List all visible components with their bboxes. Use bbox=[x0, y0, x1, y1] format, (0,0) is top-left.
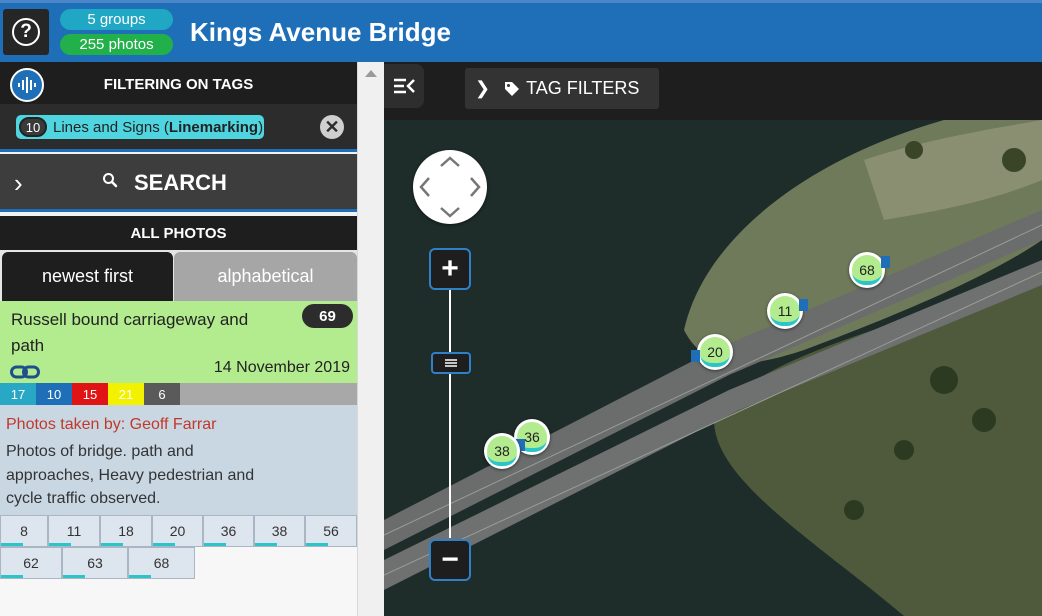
sidebar-scrollbar[interactable] bbox=[357, 62, 384, 616]
search-label: SEARCH bbox=[134, 170, 227, 195]
card-date: 14 November 2019 bbox=[213, 359, 350, 376]
count-cyan: 17 bbox=[0, 383, 36, 405]
condition-color-counts: 17 10 15 21 6 bbox=[0, 383, 357, 405]
count-yellow: 21 bbox=[108, 383, 144, 405]
description-text: Photos of bridge. path and approaches, H… bbox=[6, 443, 255, 507]
zoom-out-button[interactable]: − bbox=[429, 539, 471, 581]
marker-progress-arc bbox=[700, 354, 730, 367]
grip-icon bbox=[445, 359, 457, 367]
help-button[interactable]: ? bbox=[3, 9, 49, 55]
count-red: 15 bbox=[72, 383, 108, 405]
chevron-right-icon: ❯ bbox=[475, 78, 491, 98]
count-grey: 6 bbox=[144, 383, 180, 405]
photo-number-cell[interactable]: 18 bbox=[100, 515, 152, 547]
all-photos-heading: ALL PHOTOS bbox=[0, 216, 357, 250]
tag-filters-button[interactable]: ❯ TAG FILTERS bbox=[465, 68, 659, 109]
card-photo-count: 69 bbox=[302, 304, 353, 328]
minus-icon: − bbox=[441, 543, 459, 576]
active-tag-filters: 10 Lines and Signs (Linemarking) ✕ bbox=[0, 104, 357, 152]
marker-progress-arc bbox=[852, 272, 882, 285]
sort-tabs: newest first alphabetical bbox=[0, 250, 357, 301]
plus-icon: + bbox=[441, 252, 459, 285]
zoom-slider-track[interactable] bbox=[449, 290, 451, 538]
photo-number-grid: 8 11 18 20 36 38 56 62 63 68 bbox=[0, 515, 357, 616]
marker-flag-icon bbox=[799, 299, 808, 311]
card-description: Photos taken by: Geoff Farrar Photos of … bbox=[0, 405, 357, 515]
scroll-up-arrow-icon[interactable] bbox=[365, 70, 377, 77]
sidebar: FILTERING ON TAGS 10 Lines and Signs (Li… bbox=[0, 62, 357, 616]
tag-icon bbox=[505, 81, 520, 96]
groups-count-badge[interactable]: 5 groups bbox=[60, 9, 173, 30]
search-icon bbox=[103, 173, 118, 188]
filter-title: FILTERING ON TAGS bbox=[103, 76, 254, 93]
search-bar[interactable]: › SEARCH bbox=[0, 154, 357, 212]
page-title: Kings Avenue Bridge bbox=[190, 17, 452, 47]
collapse-menu-icon bbox=[394, 78, 415, 94]
zoom-slider-handle[interactable] bbox=[431, 352, 471, 374]
zoom-in-button[interactable]: + bbox=[429, 248, 471, 290]
audio-wave-button[interactable] bbox=[10, 68, 44, 102]
pan-control[interactable] bbox=[413, 150, 487, 224]
collapse-sidebar-button[interactable] bbox=[384, 64, 424, 108]
photo-number-cell[interactable]: 68 bbox=[128, 547, 195, 579]
marker-progress-arc bbox=[487, 453, 517, 466]
photo-number-cell[interactable]: 63 bbox=[62, 547, 128, 579]
card-title: Russell bound carriageway and path bbox=[11, 310, 249, 355]
photo-marker[interactable]: 20 bbox=[691, 334, 733, 370]
clear-tag-filter-button[interactable]: ✕ bbox=[320, 115, 344, 139]
chevron-right-icon[interactable]: › bbox=[14, 168, 23, 199]
photo-group-card[interactable]: Russell bound carriageway and path 69 14… bbox=[0, 301, 357, 383]
tag-filters-label: TAG FILTERS bbox=[526, 78, 640, 98]
tag-filter-chip[interactable]: 10 Lines and Signs (Linemarking) bbox=[16, 115, 264, 139]
photo-number-cell[interactable]: 20 bbox=[152, 515, 203, 547]
photo-number-cell[interactable]: 8 bbox=[0, 515, 48, 547]
audio-wave-icon bbox=[18, 77, 36, 93]
photo-marker[interactable]: 38 bbox=[484, 433, 520, 469]
tab-newest-first[interactable]: newest first bbox=[2, 252, 173, 301]
tag-filter-label: Lines and Signs (Linemarking) bbox=[53, 118, 264, 136]
photo-number-cell[interactable]: 62 bbox=[0, 547, 62, 579]
photo-number-cell[interactable]: 36 bbox=[203, 515, 254, 547]
marker-flag-icon bbox=[691, 350, 700, 362]
tab-alphabetical[interactable]: alphabetical bbox=[174, 252, 357, 301]
marker-flag-icon bbox=[881, 256, 890, 268]
question-circle-icon: ? bbox=[12, 18, 40, 46]
photos-count-badge[interactable]: 255 photos bbox=[60, 34, 173, 55]
close-icon: ✕ bbox=[324, 116, 340, 137]
photographer-credit: Photos taken by: Geoff Farrar bbox=[6, 416, 217, 433]
filter-header: FILTERING ON TAGS bbox=[0, 62, 357, 104]
tag-filter-count: 10 bbox=[19, 117, 47, 137]
photo-number-cell[interactable]: 38 bbox=[254, 515, 305, 547]
marker-progress-arc bbox=[770, 313, 800, 326]
photo-number-cell[interactable]: 56 bbox=[305, 515, 357, 547]
photo-number-cell[interactable]: 11 bbox=[48, 515, 100, 547]
pan-arrows-icon bbox=[419, 156, 481, 218]
link-icon[interactable] bbox=[10, 364, 40, 380]
app-header: ? 5 groups 255 photos Kings Avenue Bridg… bbox=[0, 0, 1042, 62]
photo-marker[interactable]: 68 bbox=[849, 252, 890, 288]
count-blue: 10 bbox=[36, 383, 72, 405]
photo-marker[interactable]: 11 bbox=[767, 293, 808, 329]
